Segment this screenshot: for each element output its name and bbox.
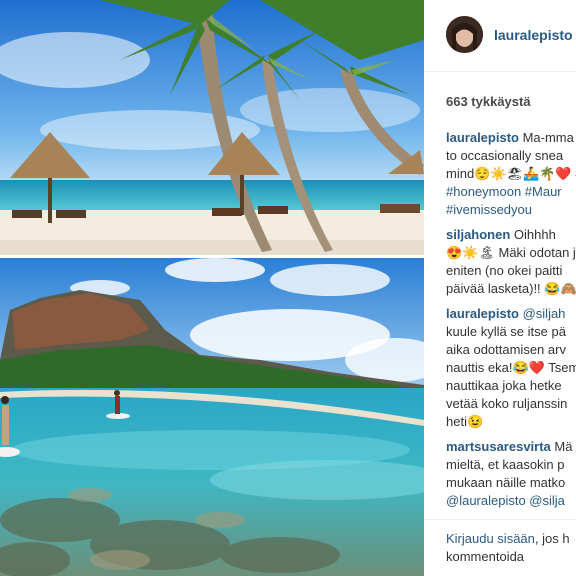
lagoon-photo	[0, 258, 424, 576]
comment-text: kuule kyllä se itse pä	[446, 324, 566, 339]
comment-item: lauralepisto Ma-mma to occasionally snea m…	[446, 129, 576, 219]
comment-text: eniten (no okei paitti	[446, 263, 563, 278]
comment-username-link[interactable]: martsusaresvirta	[446, 439, 551, 454]
comment-text: päivää lasketa)!! 😂🙈	[446, 281, 576, 296]
comment-line: siljahonen Oihhhh	[446, 226, 576, 244]
comment-username-link[interactable]: lauralepisto	[446, 306, 519, 321]
comment-line: lauralepisto @siljah	[446, 305, 576, 323]
avatar[interactable]	[446, 16, 483, 53]
comments-list: lauralepisto Ma-mma to occasionally snea m…	[446, 129, 576, 517]
comment-text: mukaan näille matko	[446, 475, 566, 490]
collage-image	[0, 0, 424, 576]
header-username-link[interactable]: lauralepisto	[494, 27, 573, 43]
hashtag-link[interactable]: #ivemissedyou	[446, 202, 532, 217]
comment-line: #honeymoon #Maur	[446, 183, 576, 201]
comment-line: lauralepisto Ma-mma	[446, 129, 576, 147]
comment-line: mieltä, et kaasokin p	[446, 456, 576, 474]
comment-text: Ma-mma	[522, 130, 574, 145]
comment-username-link[interactable]: siljahonen	[446, 227, 510, 242]
comment-line: 😍☀️🏝 Mäki odotan j	[446, 244, 576, 262]
comment-text: nauttikaa joka hetke	[446, 378, 562, 393]
comment-line: mukaan näille matko	[446, 474, 576, 492]
comment-item: siljahonen Oihhhh 😍☀️🏝 Mäki odotan j enite…	[446, 226, 576, 298]
comment-username-link[interactable]: lauralepisto	[446, 130, 519, 145]
comment-line: nauttis eka!😂❤️ Tsem	[446, 359, 576, 377]
comment-text: mind😌☀️🏖🚣🌴❤️	[446, 166, 576, 181]
comment-text: to occasionally snea	[446, 148, 564, 163]
comment-text: nauttis eka!😂❤️ Tsem	[446, 360, 576, 375]
comment-line: mind😌☀️🏖🚣🌴❤️ #2w	[446, 165, 576, 183]
comment-line: eniten (no okei paitti	[446, 262, 576, 280]
likes-count: 663 tykkäystä	[446, 94, 531, 109]
post-photo[interactable]	[0, 0, 424, 576]
comment-line: to occasionally snea	[446, 147, 576, 165]
comment-text: 😍☀️🏝 Mäki odotan j	[446, 245, 576, 260]
login-prompt-rest: , jos h	[534, 531, 570, 546]
login-prompt-line2: kommentoida	[446, 549, 525, 564]
hashtag-link[interactable]: #honeymoon #Maur	[446, 184, 562, 199]
login-link[interactable]: Kirjaudu sisään	[446, 531, 535, 546]
post-side-panel: lauralepisto 663 tykkäystä lauralepisto …	[424, 0, 576, 576]
hashtag-link[interactable]: @lauralepisto @silja	[446, 493, 565, 508]
comment-line: @lauralepisto @silja	[446, 492, 576, 510]
login-prompt: Kirjaudu sisään, jos h kommentoida	[424, 519, 576, 576]
comment-text: vetää koko ruljanssin	[446, 396, 568, 411]
comment-text: mieltä, et kaasokin p	[446, 457, 565, 472]
comment-line: nauttikaa joka hetke	[446, 377, 576, 395]
hashtag-link[interactable]: @siljah	[523, 306, 566, 321]
comment-line: #ivemissedyou	[446, 201, 576, 219]
comment-line: päivää lasketa)!! 😂🙈	[446, 280, 576, 298]
comment-line: aika odottamisen arv	[446, 341, 576, 359]
comment-text: Mä	[554, 439, 573, 454]
beach-photo	[0, 0, 424, 255]
comment-line: martsusaresvirta Mä	[446, 438, 576, 456]
comment-text: heti😉	[446, 414, 484, 429]
post-header: lauralepisto	[424, 0, 576, 72]
comment-item: martsusaresvirta Mä mieltä, et kaasokin p…	[446, 438, 576, 510]
login-prompt-text: Kirjaudu sisään, jos h kommentoida	[446, 530, 570, 566]
avatar-image	[446, 16, 483, 53]
comment-text: Oihhhh	[513, 227, 556, 242]
comment-item: lauralepisto @siljah kuule kyllä se itse …	[446, 305, 576, 431]
comment-line: kuule kyllä se itse pä	[446, 323, 576, 341]
comment-line: heti😉	[446, 413, 576, 431]
comment-text: aika odottamisen arv	[446, 342, 566, 357]
comment-line: vetää koko ruljanssin	[446, 395, 576, 413]
